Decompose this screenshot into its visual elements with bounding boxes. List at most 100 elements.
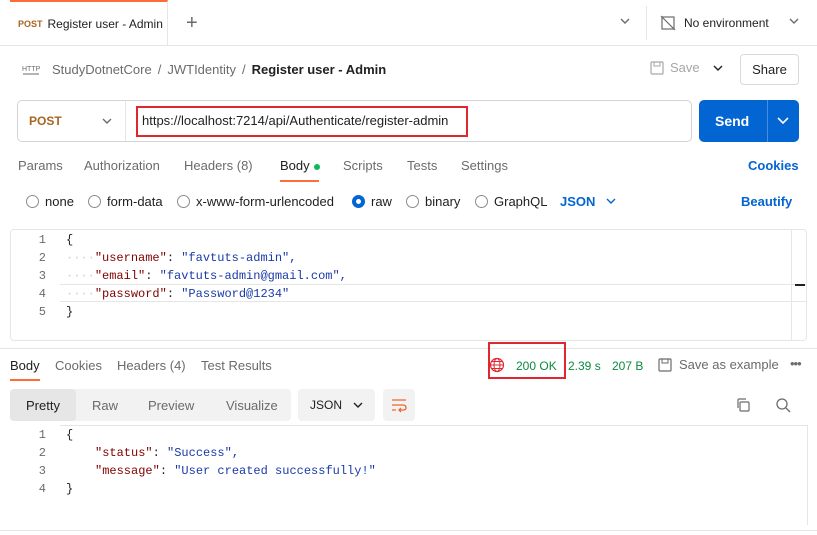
line-number: 4 <box>38 287 46 301</box>
breadcrumb: StudyDotnetCore / JWTIdentity / Register… <box>52 62 386 77</box>
response-tab-headers[interactable]: Headers (4) <box>117 358 186 373</box>
tab-scripts[interactable]: Scripts <box>343 158 383 173</box>
chevron-down-icon[interactable] <box>776 115 790 127</box>
chevron-down-icon[interactable] <box>619 15 631 29</box>
radio-circle <box>26 195 39 208</box>
chevron-down-icon <box>606 198 616 204</box>
divider <box>0 530 817 531</box>
tab-settings[interactable]: Settings <box>461 158 508 173</box>
radio-urlencoded[interactable]: x-www-form-urlencoded <box>177 194 334 209</box>
breadcrumb-request[interactable]: Register user - Admin <box>252 62 387 77</box>
save-icon <box>650 60 664 75</box>
radio-form-data[interactable]: form-data <box>88 194 163 209</box>
json-key: "password" <box>94 287 167 301</box>
chevron-down-icon[interactable] <box>101 116 113 128</box>
scrollbar[interactable] <box>807 425 808 525</box>
breadcrumb-collection[interactable]: StudyDotnetCore <box>52 62 152 77</box>
share-button[interactable]: Share <box>740 54 799 85</box>
json-key: "message" <box>95 464 160 478</box>
save-button[interactable]: Save <box>650 60 700 75</box>
response-tab-test-results[interactable]: Test Results <box>201 358 272 373</box>
code-line: } <box>66 482 74 496</box>
tab-params[interactable]: Params <box>18 158 63 173</box>
save-as-example-button[interactable]: Save as example <box>658 357 779 372</box>
cookies-link[interactable]: Cookies <box>748 158 799 173</box>
body-format-select[interactable]: JSON <box>560 194 617 209</box>
response-format-label: JSON <box>310 398 343 412</box>
code-line: { <box>66 428 74 442</box>
radio-none[interactable]: none <box>26 194 74 209</box>
tab-tests[interactable]: Tests <box>407 158 437 173</box>
radio-label: x-www-form-urlencoded <box>196 194 334 209</box>
json-value: "Password@1234" <box>181 287 290 301</box>
response-tab-cookies[interactable]: Cookies <box>55 358 102 373</box>
tab-title: Register user - Admin <box>47 17 163 31</box>
copy-icon[interactable] <box>735 397 751 413</box>
svg-text:HTTP: HTTP <box>22 66 40 73</box>
radio-circle <box>177 195 190 208</box>
chevron-down-icon[interactable] <box>788 15 800 29</box>
radio-binary[interactable]: binary <box>406 194 460 209</box>
tab-body[interactable]: Body <box>280 158 320 173</box>
view-preview[interactable]: Preview <box>148 398 194 413</box>
request-tab[interactable]: POST Register user - Admin <box>10 0 168 46</box>
line-number: 3 <box>38 464 46 478</box>
no-environment-icon <box>660 15 676 31</box>
json-key: "email" <box>94 269 146 283</box>
plus-icon[interactable]: + <box>186 13 198 33</box>
code-line: ····"password": "Password@1234" <box>66 287 289 301</box>
environment-label: No environment <box>684 16 769 30</box>
json-colon: : <box>145 269 160 283</box>
tab-body-label: Body <box>280 158 310 173</box>
radio-circle <box>406 195 419 208</box>
divider <box>60 425 808 426</box>
radio-raw[interactable]: raw <box>352 194 392 209</box>
response-time[interactable]: 2.39 s <box>568 359 601 373</box>
body-format-label: JSON <box>560 194 596 209</box>
response-tab-body[interactable]: Body <box>10 358 40 373</box>
breadcrumb-folder[interactable]: JWTIdentity <box>167 62 236 77</box>
status-highlight-box <box>488 342 566 379</box>
environment-selector[interactable]: No environment <box>660 15 769 31</box>
json-key: "username" <box>94 251 167 265</box>
radio-circle <box>475 195 488 208</box>
divider <box>125 101 126 141</box>
line-number: 4 <box>38 482 46 496</box>
save-label: Save <box>670 60 700 75</box>
text-cursor <box>795 284 805 286</box>
radio-graphql[interactable]: GraphQL <box>475 194 547 209</box>
more-options-icon[interactable]: ••• <box>790 356 802 371</box>
divider <box>0 348 817 349</box>
code-line: "status": "Success", <box>95 446 239 460</box>
code-line: ····"username": "favtuts-admin", <box>66 251 296 265</box>
view-visualize[interactable]: Visualize <box>226 398 278 413</box>
url-highlight-box <box>136 106 468 137</box>
view-pretty[interactable]: Pretty <box>26 398 60 413</box>
search-icon[interactable] <box>775 397 791 413</box>
divider <box>767 100 768 142</box>
view-raw[interactable]: Raw <box>92 398 118 413</box>
chevron-down-icon <box>353 402 363 408</box>
divider <box>646 6 647 40</box>
json-colon: : <box>166 287 182 301</box>
tab-headers[interactable]: Headers (8) <box>184 158 253 173</box>
radio-label: raw <box>371 194 392 209</box>
code-line: ····"email": "favtuts-admin@gmail.com", <box>66 269 347 283</box>
line-number: 1 <box>38 233 46 247</box>
response-size[interactable]: 207 B <box>612 359 643 373</box>
line-number: 5 <box>38 305 46 319</box>
radio-circle <box>88 195 101 208</box>
tab-authorization[interactable]: Authorization <box>84 158 160 173</box>
radio-label: GraphQL <box>494 194 548 209</box>
save-as-example-label: Save as example <box>679 357 779 372</box>
method-selector[interactable]: POST <box>29 114 62 128</box>
beautify-button[interactable]: Beautify <box>741 194 792 209</box>
radio-label: form-data <box>107 194 163 209</box>
json-colon: : <box>159 464 175 478</box>
indent-guide: ···· <box>66 287 95 301</box>
radio-label: binary <box>425 194 461 209</box>
radio-label: none <box>45 194 74 209</box>
chevron-down-icon[interactable] <box>712 62 724 76</box>
json-value: "favtuts-admin@gmail.com", <box>159 269 347 283</box>
json-colon: : <box>166 251 182 265</box>
